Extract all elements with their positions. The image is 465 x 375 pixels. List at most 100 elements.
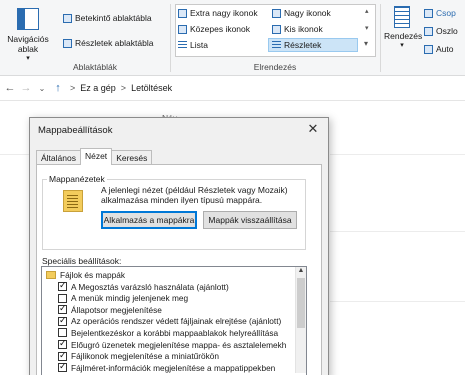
advanced-setting-row[interactable]: Bejelentkezéskor a korábbi mappaablakok … (58, 327, 278, 338)
setting-checkbox[interactable] (58, 293, 67, 303)
recent-locations-chevron-icon[interactable]: ⌄ (34, 84, 50, 93)
navigation-bar: ← → ⌄ ↑ > Ez a gép > Letöltések (0, 77, 465, 99)
layout-option-label: Lista (190, 40, 208, 50)
setting-label: Fájlikonok megjelenítése a miniatűrökön (71, 351, 220, 362)
sort-button[interactable]: Rendezés ▾ (384, 6, 423, 51)
layout-option-label: Közepes ikonok (190, 24, 251, 34)
layout-option-list[interactable]: Lista (178, 40, 208, 50)
row-divider (0, 154, 29, 155)
breadcrumb-separator: > (70, 83, 76, 93)
setting-checkbox[interactable] (58, 280, 67, 291)
details-icon (272, 40, 281, 50)
add-columns-button[interactable]: Oszlo (424, 26, 458, 36)
advanced-setting-row[interactable]: Fájlméret-információk megjelenítése a ma… (58, 361, 276, 373)
chevron-down-icon: ▾ (26, 55, 30, 62)
setting-checkbox[interactable] (58, 361, 67, 373)
small-icons-icon (272, 24, 281, 34)
group-by-label: Csop (436, 8, 456, 18)
tree-root-label: Fájlok és mappák (60, 269, 126, 280)
layout-option-medium-icons[interactable]: Közepes ikonok (178, 24, 250, 34)
large-icons-icon (272, 8, 281, 18)
advanced-settings-tree[interactable]: Fájlok és mappák A Megosztás varázsló ha… (41, 266, 307, 375)
auto-size-button[interactable]: Auto (424, 44, 454, 54)
layout-scroll-up-icon[interactable]: ▴ (365, 7, 369, 15)
setting-label: Állapotsor megjelenítése (71, 304, 162, 315)
layout-option-extra-large-icons[interactable]: Extra nagy ikonok (178, 8, 258, 18)
folder-views-description: A jelenlegi nézet (például Részletek vag… (101, 185, 288, 205)
breadcrumb: > Ez a gép > Letöltések (70, 83, 172, 93)
setting-label: Az operációs rendszer védett fájljainak … (71, 316, 282, 327)
setting-label: A menük mindig jelenjenek meg (71, 293, 189, 304)
dialog-title: Mappabeállítások (38, 125, 113, 136)
preview-pane-button[interactable]: Betekintő ablaktábla (63, 13, 152, 23)
details-pane-label: Részletek ablaktábla (75, 38, 154, 48)
breadcrumb-item-this-pc[interactable]: Ez a gép (80, 83, 116, 93)
advanced-settings-label: Speciális beállítások: (42, 256, 122, 266)
setting-label: Fájlméret-információk megjelenítése a ma… (71, 362, 276, 373)
ribbon: Navigációs ablak ▾ Betekintő ablaktábla … (0, 0, 465, 76)
apply-to-folders-button[interactable]: Alkalmazás a mappákra (101, 211, 197, 229)
advanced-setting-row[interactable]: Előugró üzenetek megjelenítése mappa- és… (58, 338, 287, 350)
folder-icon (63, 190, 83, 212)
reset-folders-button[interactable]: Mappák visszaállítása (203, 211, 297, 229)
setting-checkbox[interactable] (58, 338, 67, 349)
tree-scrollbar[interactable]: ▲ (295, 267, 306, 373)
tab-view[interactable]: Nézet (79, 148, 113, 165)
layout-expand-icon[interactable]: ▾ (364, 39, 368, 48)
panes-group-label: Ablaktáblák (73, 62, 117, 72)
navigation-pane-label: Navigációs ablak (7, 34, 49, 54)
setting-checkbox[interactable] (58, 303, 67, 315)
scroll-thumb[interactable] (297, 278, 305, 328)
setting-label: Előugró üzenetek megjelenítése mappa- és… (71, 339, 287, 350)
row-divider (330, 231, 465, 232)
layout-option-label: Részletek (284, 40, 322, 50)
layout-option-label: Extra nagy ikonok (190, 8, 258, 18)
preview-pane-icon (63, 13, 72, 23)
folder-icon (46, 270, 56, 279)
add-columns-icon (424, 26, 433, 36)
forward-arrow-icon[interactable]: → (18, 82, 34, 94)
group-by-button[interactable]: Csop (424, 8, 456, 18)
sort-icon (394, 6, 410, 28)
tree-root-files-and-folders[interactable]: Fájlok és mappák (46, 269, 125, 280)
setting-checkbox[interactable] (58, 315, 67, 326)
setting-label: A Megosztás varázsló használata (ajánlot… (71, 281, 229, 292)
layout-option-small-icons[interactable]: Kis ikonok (272, 24, 323, 34)
extra-large-icons-icon (178, 8, 187, 18)
advanced-setting-row[interactable]: Állapotsor megjelenítése (58, 303, 162, 315)
chevron-down-icon: ▾ (400, 42, 404, 49)
group-divider (380, 4, 381, 72)
sort-label: Rendezés (384, 31, 423, 41)
folder-views-title: Mappanézetek (47, 174, 107, 184)
advanced-setting-row[interactable]: Az operációs rendszer védett fájljainak … (58, 315, 282, 327)
advanced-setting-row[interactable]: Fájlikonok megjelenítése a miniatűrökön (58, 350, 220, 362)
setting-checkbox[interactable] (58, 350, 67, 361)
advanced-setting-row[interactable]: A Megosztás varázsló használata (ajánlot… (58, 280, 229, 292)
row-divider (330, 154, 465, 155)
up-arrow-icon[interactable]: ↑ (50, 82, 66, 94)
back-arrow-icon[interactable]: ← (2, 82, 18, 94)
medium-icons-icon (178, 24, 187, 34)
setting-checkbox[interactable] (58, 328, 67, 338)
advanced-setting-row[interactable]: A menük mindig jelenjenek meg (58, 293, 188, 304)
breadcrumb-item-downloads[interactable]: Letöltések (131, 83, 172, 93)
layout-group-label: Elrendezés (253, 62, 297, 72)
navigation-pane-button[interactable]: Navigációs ablak ▾ (4, 8, 52, 64)
preview-pane-label: Betekintő ablaktábla (75, 13, 152, 23)
layout-option-label: Kis ikonok (284, 24, 323, 34)
row-divider (330, 301, 465, 302)
layout-scroll-down-icon[interactable]: ▾ (365, 24, 369, 32)
scroll-up-icon[interactable]: ▲ (296, 267, 306, 277)
tab-search[interactable]: Keresés (111, 150, 153, 164)
close-icon[interactable]: ✕ (306, 121, 320, 137)
add-columns-label: Oszlo (436, 26, 458, 36)
layout-option-details[interactable]: Részletek (268, 38, 358, 52)
setting-label: Bejelentkezéskor a korábbi mappaablakok … (71, 327, 279, 338)
list-icon (178, 40, 187, 50)
layout-option-large-icons[interactable]: Nagy ikonok (272, 8, 331, 18)
auto-size-label: Auto (436, 44, 454, 54)
details-pane-icon (63, 38, 72, 48)
details-pane-button[interactable]: Részletek ablaktábla (63, 38, 153, 48)
tab-general[interactable]: Általános (36, 150, 81, 164)
dialog-tabs: Általános Nézet Keresés (36, 148, 153, 165)
